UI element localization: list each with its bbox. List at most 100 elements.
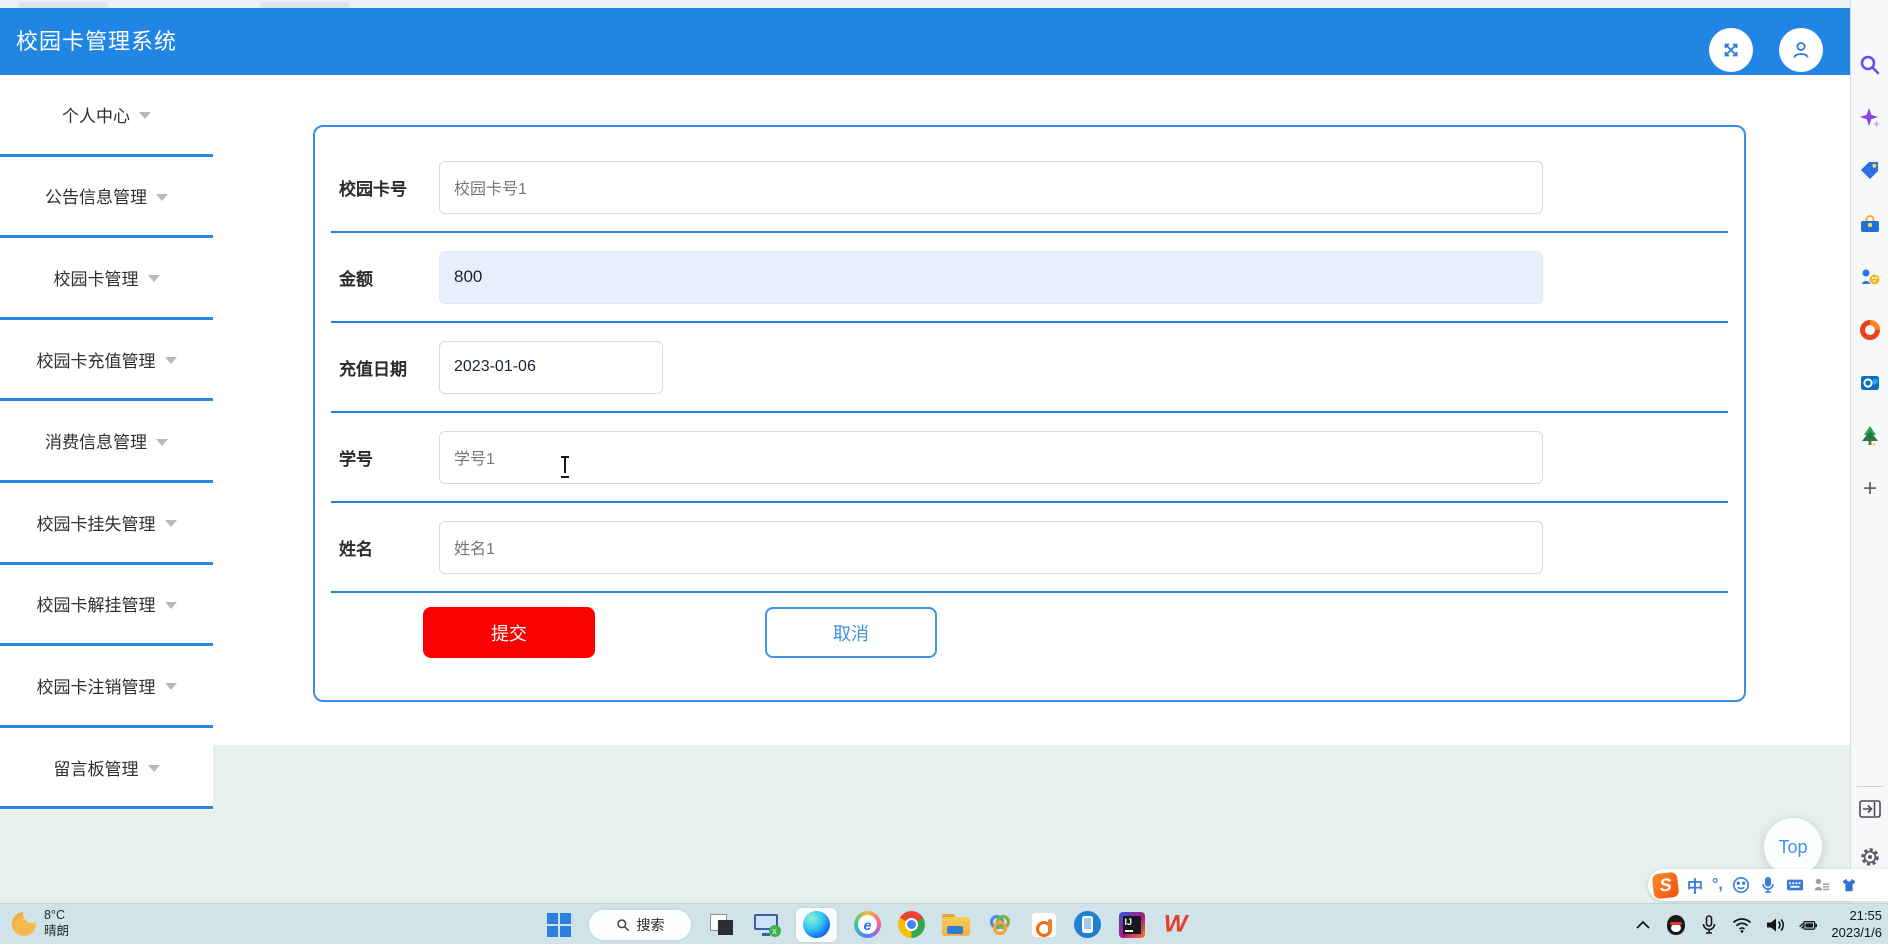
battery-icon[interactable] [1798, 915, 1818, 935]
fullscreen-button[interactable] [1709, 28, 1753, 72]
chevron-down-icon [164, 520, 177, 528]
navicat-icon[interactable] [986, 911, 1013, 938]
qq-icon[interactable] [1666, 914, 1686, 935]
ie-360-browser-icon[interactable]: e [854, 911, 881, 938]
outlook-icon[interactable] [1857, 370, 1883, 396]
task-view-icon[interactable] [708, 911, 735, 938]
volume-icon[interactable] [1765, 915, 1785, 935]
recharge-date-input[interactable] [439, 340, 663, 394]
tray-time: 21:55 [1849, 907, 1882, 923]
chevron-down-icon [164, 601, 177, 609]
ime-punctuation[interactable]: °, [1712, 876, 1723, 894]
nav-item-announcement-mgmt[interactable]: 公告信息管理 [0, 156, 213, 239]
chevron-down-icon [156, 438, 168, 446]
page-body: 个人中心 公告信息管理 校园卡管理 校园卡充值管理 消费信息管理 校园卡挂失管理… [0, 75, 1850, 903]
file-explorer-icon[interactable] [942, 911, 970, 938]
add-to-sidebar-icon[interactable]: + [1857, 475, 1883, 502]
phone-link-icon[interactable] [1074, 911, 1101, 938]
taskbar-icons: 搜索 x e IJ W [545, 904, 1189, 944]
skin-icon[interactable] [1840, 876, 1858, 894]
ime-mode-chinese[interactable]: 中 [1687, 873, 1703, 897]
edge-sidebar: + [1850, 0, 1888, 903]
tray-date: 2023/1/6 [1831, 924, 1882, 940]
wifi-icon[interactable] [1732, 915, 1752, 935]
sidebar-divider [1857, 786, 1883, 787]
card-number-input[interactable] [439, 160, 1543, 214]
emoji-icon[interactable] [1732, 876, 1750, 894]
student-id-label: 学号 [339, 449, 373, 469]
nav-item-card-mgmt[interactable]: 校园卡管理 [0, 238, 213, 320]
sogou-logo-icon[interactable]: S [1651, 871, 1680, 899]
name-label: 姓名 [339, 539, 373, 559]
amount-label: 金额 [339, 269, 373, 289]
chevron-down-icon [139, 112, 151, 120]
games-icon[interactable] [1857, 264, 1883, 290]
soft-keyboard-icon[interactable] [1786, 876, 1804, 894]
phrase-icon[interactable] [1813, 876, 1831, 894]
tray-clock[interactable]: 21:55 2023/1/6 [1831, 908, 1882, 942]
nav-item-label: 校园卡注销管理 [36, 677, 156, 697]
app-header: 校园卡管理系统 [0, 8, 1850, 75]
search-icon[interactable] [1857, 52, 1883, 78]
toolbox-icon[interactable] [1857, 211, 1883, 237]
chevron-down-icon [164, 357, 177, 365]
nav-item-label: 公告信息管理 [45, 188, 147, 208]
fullscreen-icon [1724, 43, 1738, 57]
tree-icon[interactable] [1857, 423, 1883, 449]
nav-item-personal-center[interactable]: 个人中心 [0, 75, 213, 157]
form-row-student-id: 学号 [331, 413, 1728, 503]
windows-start-icon[interactable] [545, 911, 572, 938]
form-row-recharge-date: 充值日期 [331, 323, 1728, 413]
xshell-icon[interactable]: x [752, 911, 781, 938]
nav-item-message-board-mgmt[interactable]: 留言板管理 [0, 727, 213, 810]
nav-item-unfreeze-mgmt[interactable]: 校园卡解挂管理 [0, 564, 213, 647]
nav-item-label: 个人中心 [62, 106, 130, 126]
office-icon[interactable] [1857, 317, 1883, 343]
ime-toolbar: S 中 °, [1648, 869, 1888, 901]
moon-weather-icon [12, 911, 36, 936]
submit-button[interactable]: 提交 [423, 607, 595, 658]
wps-office-icon[interactable]: W [1162, 911, 1189, 938]
back-to-top-button[interactable]: Top [1764, 818, 1822, 876]
form-row-amount: 金额 [331, 233, 1728, 323]
intellij-idea-icon[interactable]: IJ [1118, 911, 1145, 938]
chevron-down-icon [156, 193, 168, 201]
edge-browser-icon[interactable] [796, 907, 837, 942]
copilot-icon[interactable] [1857, 105, 1883, 131]
user-icon [1793, 42, 1809, 58]
weather-condition: 晴朗 [44, 923, 70, 938]
weather-widget[interactable]: 8°C 晴朗 [12, 908, 69, 939]
recharge-date-label: 充值日期 [339, 359, 407, 379]
tray-expand-icon[interactable] [1633, 915, 1653, 935]
nav-item-label: 校园卡挂失管理 [36, 514, 156, 534]
user-button[interactable] [1779, 28, 1823, 72]
nav-item-label: 校园卡解挂管理 [36, 596, 156, 616]
search-icon [616, 918, 629, 931]
microphone-icon[interactable] [1699, 914, 1719, 935]
chrome-icon[interactable] [898, 911, 925, 938]
chevron-down-icon [147, 765, 160, 773]
form-buttons-row: 提交 取消 [331, 607, 1728, 658]
chevron-down-icon [147, 275, 160, 283]
nav-item-label: 留言板管理 [53, 759, 139, 779]
student-id-input[interactable] [439, 430, 1543, 484]
chevron-down-icon [164, 683, 177, 691]
nav-item-label: 消费信息管理 [45, 433, 147, 453]
form-row-card-number: 校园卡号 [331, 143, 1728, 233]
left-nav: 个人中心 公告信息管理 校园卡管理 校园卡充值管理 消费信息管理 校园卡挂失管理… [0, 75, 213, 810]
cancel-button[interactable]: 取消 [765, 607, 937, 658]
nav-item-loss-report-mgmt[interactable]: 校园卡挂失管理 [0, 482, 213, 565]
voice-input-icon[interactable] [1759, 876, 1777, 894]
browser-chrome-strip [0, 0, 1850, 8]
shopping-icon[interactable] [1857, 158, 1883, 184]
nav-item-recharge-mgmt[interactable]: 校园卡充值管理 [0, 319, 213, 402]
collapse-sidebar-icon[interactable] [1859, 800, 1881, 823]
media-app-icon[interactable] [1030, 911, 1057, 938]
name-input[interactable] [439, 520, 1543, 574]
amount-input[interactable] [439, 250, 1543, 304]
nav-item-cancellation-mgmt[interactable]: 校园卡注销管理 [0, 646, 213, 728]
taskbar-search[interactable]: 搜索 [589, 909, 691, 940]
text-cursor [560, 455, 570, 478]
nav-item-consumption-mgmt[interactable]: 消费信息管理 [0, 401, 213, 483]
system-tray: 21:55 2023/1/6 [1633, 904, 1882, 944]
